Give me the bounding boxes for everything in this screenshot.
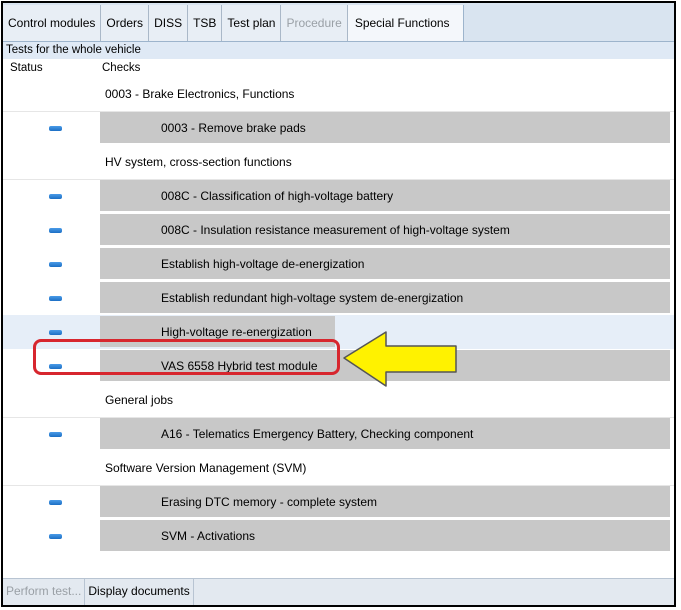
check-label: 008C - Classification of high-voltage ba… [161,189,394,203]
bottom-toolbar: Perform test... Display documents [3,578,674,605]
check-label: A16 - Telematics Emergency Battery, Chec… [161,427,474,441]
blue-dash-icon [49,262,62,267]
blue-dash-icon [49,500,62,505]
check-label: Establish redundant high-voltage system … [161,291,464,305]
check-item[interactable]: A16 - Telematics Emergency Battery, Chec… [3,417,674,451]
group-header: Software Version Management (SVM) [3,451,674,486]
check-label: 008C - Insulation resistance measurement… [161,223,510,237]
check-label: SVM - Activations [161,529,256,543]
group-header: 0003 - Brake Electronics, Functions [3,77,674,112]
group-label: General jobs [105,393,174,407]
tab-control-modules[interactable]: Control modules [3,5,102,41]
check-label: High-voltage re-energization [161,325,312,339]
check-item[interactable]: VAS 6558 Hybrid test module [3,349,674,383]
tab-bar: Control modules Orders DISS TSB Test plan Pro… [3,3,674,42]
group-label: Software Version Management (SVM) [105,461,307,475]
tab-special-functions[interactable]: Special Functions [347,5,464,41]
check-label: VAS 6558 Hybrid test module [161,359,318,373]
checks-column-header: Checks [102,62,141,74]
diagnostic-window: Control modules Orders DISS TSB Test plan Pro… [1,1,676,607]
blue-dash-icon [49,296,62,301]
blue-dash-icon [49,432,62,437]
tab-tsb[interactable]: TSB [188,5,223,41]
blue-dash-icon [49,194,62,199]
check-item[interactable]: Erasing DTC memory - complete system [3,485,674,519]
check-item-selected[interactable]: High-voltage re-energization [3,315,674,349]
check-label: Establish high-voltage de-energization [161,257,365,271]
blue-dash-icon [49,534,62,539]
check-item[interactable]: Establish redundant high-voltage system … [3,281,674,315]
check-item[interactable]: 008C - Classification of high-voltage ba… [3,179,674,213]
check-item[interactable]: 0003 - Remove brake pads [3,111,674,145]
tab-diss[interactable]: DISS [149,5,189,41]
blue-dash-icon [49,126,62,131]
check-label: 0003 - Remove brake pads [161,121,306,135]
group-header: HV system, cross-section functions [3,145,674,180]
group-label: 0003 - Brake Electronics, Functions [105,87,295,101]
blue-dash-icon [49,364,62,369]
check-item[interactable]: SVM - Activations [3,519,674,553]
perform-test-button[interactable]: Perform test... [3,579,86,605]
check-item[interactable]: Establish high-voltage de-energization [3,247,674,281]
group-label: HV system, cross-section functions [105,155,292,169]
blue-dash-icon [49,228,62,233]
check-item[interactable]: 008C - Insulation resistance measurement… [3,213,674,247]
column-header: Status Checks [3,59,674,77]
check-label: Erasing DTC memory - complete system [161,495,378,509]
section-title: Tests for the whole vehicle [3,42,674,59]
tab-orders[interactable]: Orders [101,5,150,41]
display-documents-button[interactable]: Display documents [85,579,194,605]
tab-procedure[interactable]: Procedure [281,5,348,41]
status-column-header: Status [10,62,43,74]
tab-test-plan[interactable]: Test plan [222,5,282,41]
group-header: General jobs [3,383,674,418]
blue-dash-icon [49,330,62,335]
